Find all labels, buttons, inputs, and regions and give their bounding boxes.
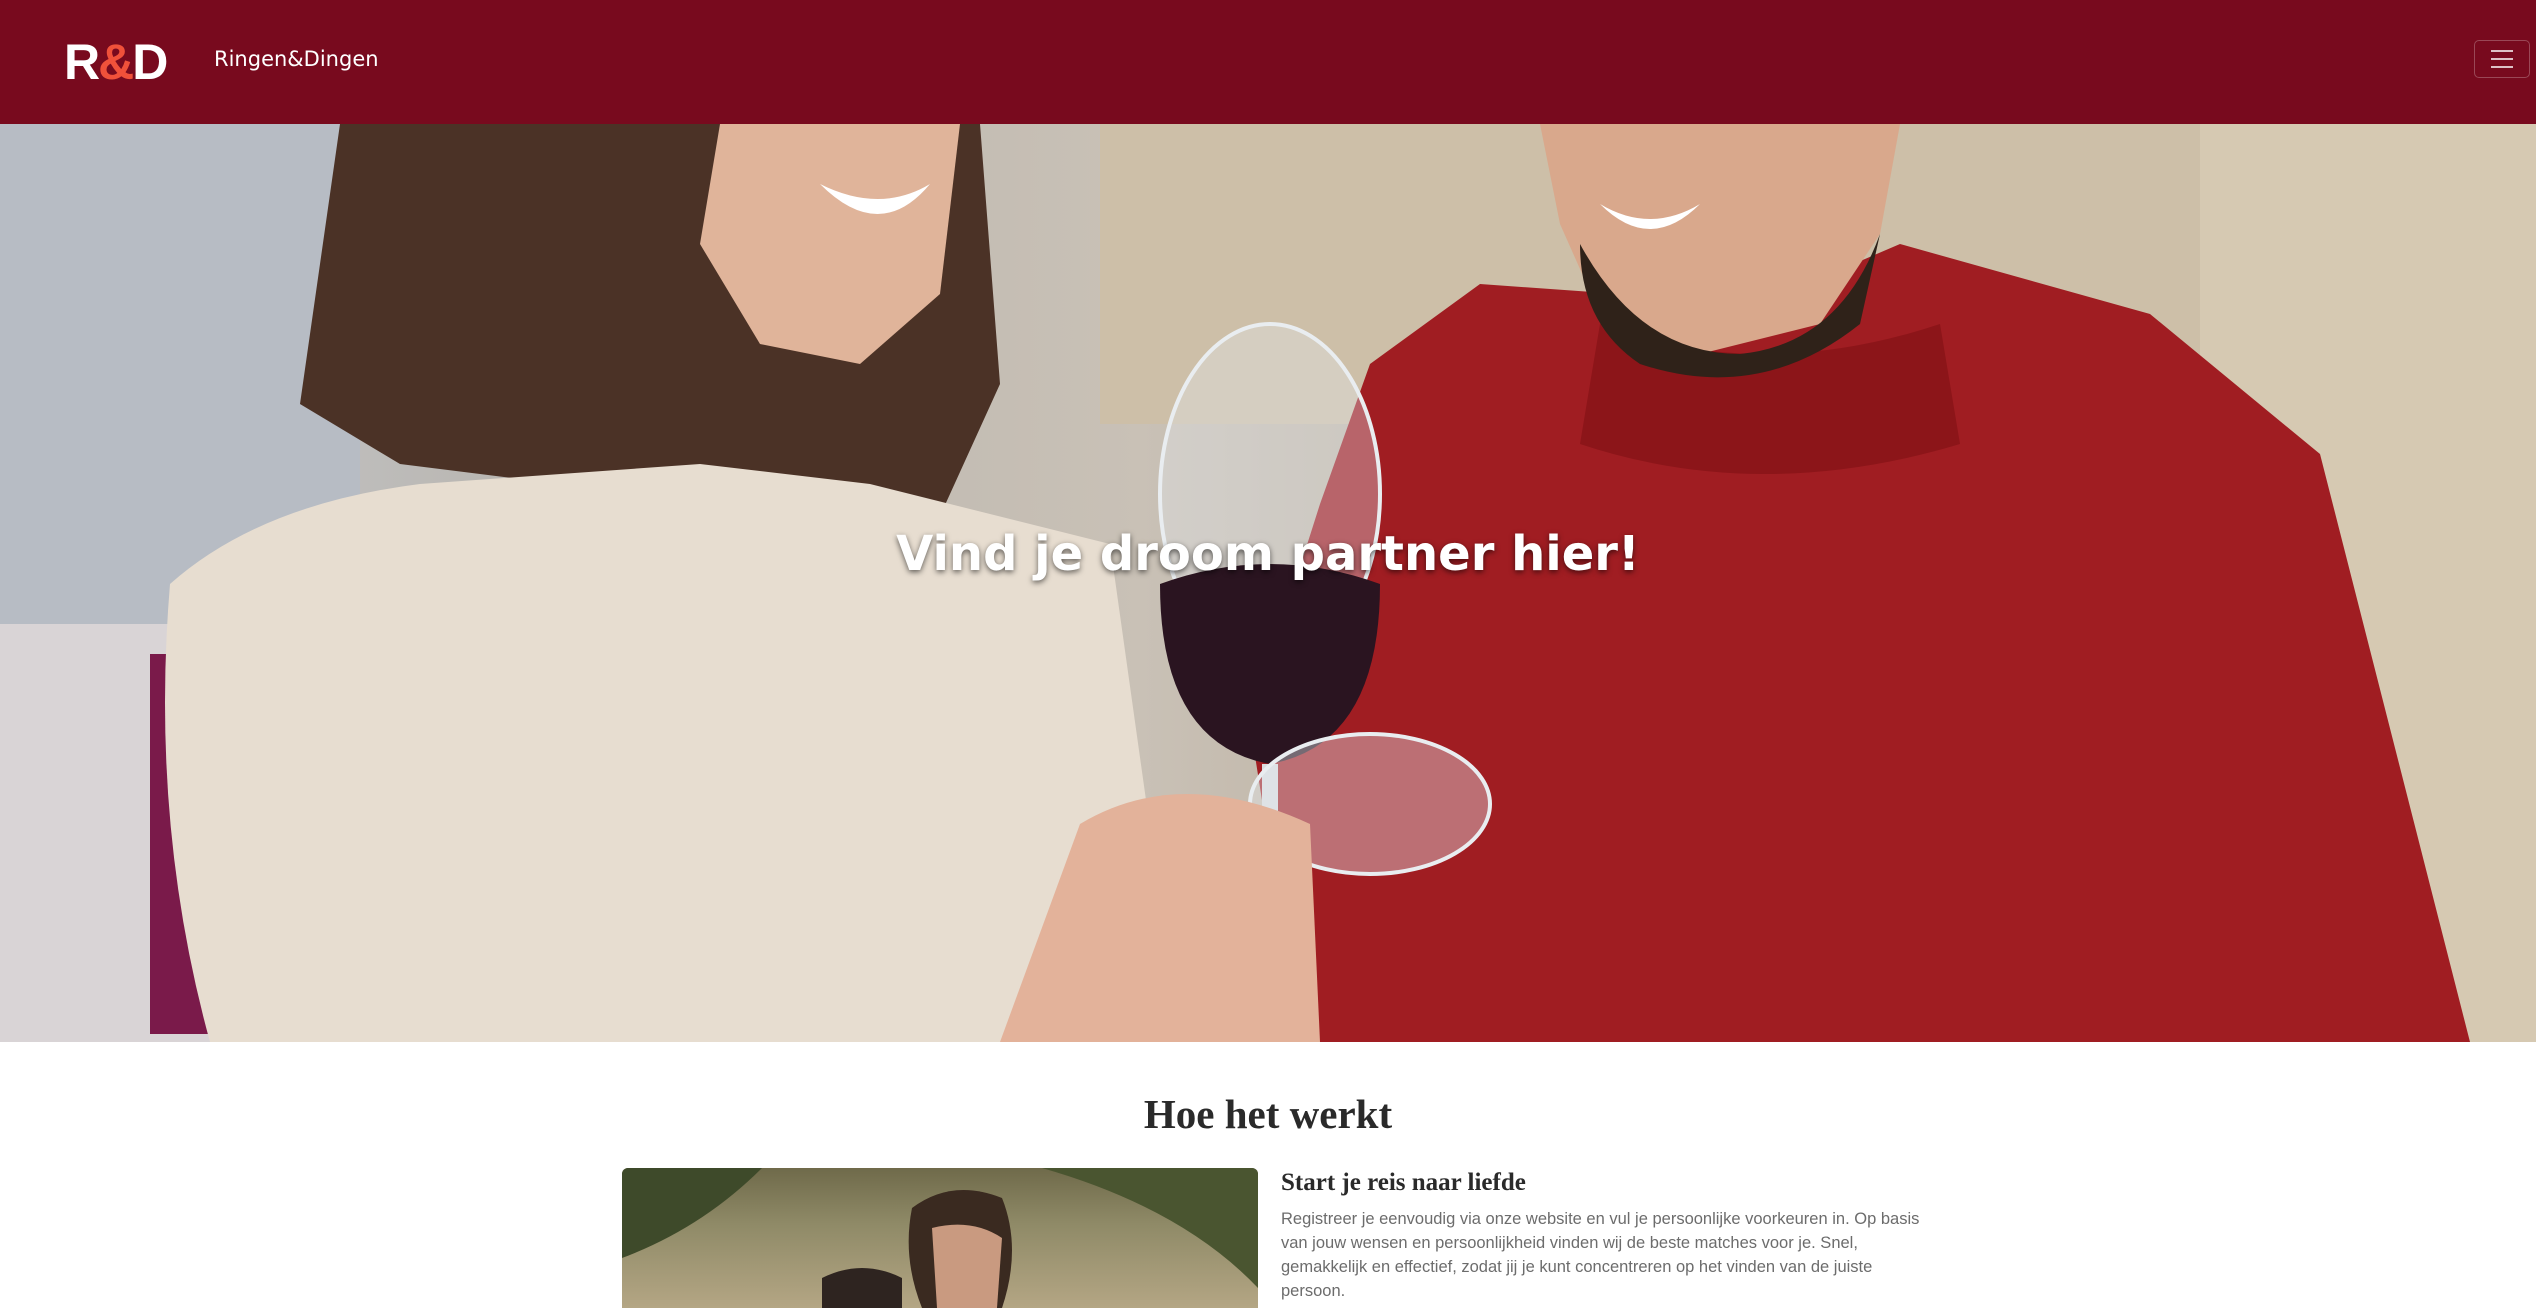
step-man-face bbox=[932, 1224, 1002, 1308]
hero-banner: Vind je droom partner hier! bbox=[0, 124, 2536, 1042]
step-photo bbox=[622, 1168, 1258, 1308]
site-logo[interactable]: R&D bbox=[64, 34, 168, 90]
how-it-works-title: Hoe het werkt bbox=[1143, 1091, 1393, 1137]
hamburger-icon-bar bbox=[2491, 50, 2513, 52]
step-description: Registreer je eenvoudig via onze website… bbox=[1281, 1210, 1920, 1300]
step-image bbox=[622, 1168, 1258, 1308]
navbar: R&D Ringen&Dingen bbox=[0, 0, 2536, 124]
step-title: Start je reis naar liefde bbox=[1281, 1169, 1526, 1196]
brand-name-link[interactable]: Ringen&Dingen bbox=[214, 44, 379, 74]
logo-ampersand: & bbox=[98, 34, 134, 90]
logo-letter-r: R bbox=[64, 34, 100, 90]
palm-leaves-right bbox=[1042, 1168, 1258, 1288]
logo-letter-d: D bbox=[132, 34, 168, 90]
hamburger-icon-bar bbox=[2491, 58, 2513, 60]
hero-title: Vind je droom partner hier! bbox=[896, 526, 1640, 583]
step-woman-hair bbox=[822, 1268, 902, 1308]
menu-toggle-button[interactable] bbox=[2474, 40, 2530, 78]
palm-leaves-left bbox=[622, 1168, 762, 1258]
hamburger-icon-bar bbox=[2491, 66, 2513, 68]
